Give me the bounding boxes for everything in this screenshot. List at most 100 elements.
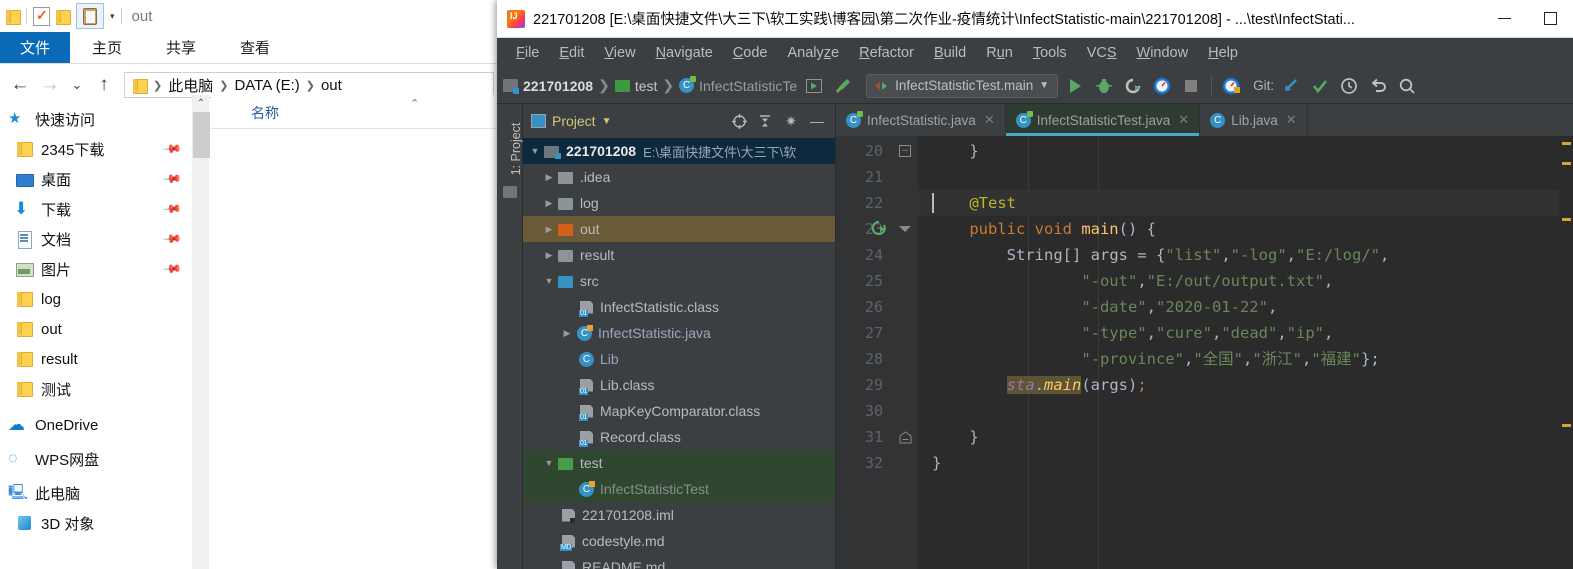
coverage-button[interactable] [1220,74,1244,98]
menu-edit[interactable]: Edit [550,42,593,64]
code-line[interactable]: } [918,138,1573,164]
tab-infectstatistictest-java[interactable]: C InfectStatisticTest.java ✕ [1005,104,1201,136]
tree-item-log[interactable]: ▶ log [523,190,835,216]
breadcrumb-this-pc[interactable]: 此电脑 [168,75,213,96]
warning-marker[interactable] [1562,162,1571,165]
nav-item-wps-cloud[interactable]: ◌ WPS网盘 [0,444,192,474]
new-folder-icon[interactable] [56,8,71,25]
minimize-button[interactable] [1481,0,1527,38]
chevron-right-icon[interactable]: ▶ [559,328,575,339]
tab-infectstatistic-java[interactable]: C InfectStatistic.java ✕ [836,104,1006,136]
tree-item-mapkeycomparator-class[interactable]: MapKeyComparator.class [523,398,835,424]
chevron-expanded-icon[interactable]: ▼ [541,276,557,286]
tree-item-idea[interactable]: ▶ .idea [523,164,835,190]
menu-help[interactable]: Help [1199,42,1247,64]
pin-icon[interactable]: 📌 [162,169,182,189]
breadcrumb-data-drive[interactable]: DATA (E:) [234,77,299,94]
close-icon[interactable]: ✕ [1178,112,1189,128]
code-line[interactable]: } [918,424,1573,450]
tree-item-infectstatistic-java[interactable]: ▶ C InfectStatistic.java [523,320,835,346]
rerun-button[interactable] [1121,74,1145,98]
forward-button[interactable]: → [36,71,64,99]
code-line[interactable]: } [918,450,1573,476]
menu-build[interactable]: Build [925,42,975,64]
code-line[interactable]: "-out","E:/out/output.txt", [918,268,1573,294]
tree-item-readme-md[interactable]: README.md [523,554,835,569]
tree-item-lib-class[interactable]: Lib.class [523,372,835,398]
debug-button[interactable] [1092,74,1116,98]
recent-locations-button[interactable]: ⌄ [66,71,88,99]
menu-file[interactable]: File [507,42,548,64]
nav-item-quick-access[interactable]: ★ 快速访问 [0,104,192,134]
ribbon-tab-home[interactable]: 主页 [70,32,144,63]
pin-icon[interactable]: 📌 [162,139,182,159]
run-configuration-selector[interactable]: InfectStatisticTest.main ▼ [866,73,1059,98]
tree-item-record-class[interactable]: Record.class [523,424,835,450]
folder-icon[interactable] [6,8,21,25]
nav-item-log[interactable]: log [0,284,192,314]
nav-item-out[interactable]: out [0,314,192,344]
code-line[interactable]: sta.main(args); [918,372,1573,398]
nav-item-result[interactable]: result [0,344,192,374]
run-test-gutter-icon[interactable] [870,220,888,238]
close-icon[interactable]: ✕ [984,112,995,128]
locate-icon[interactable] [729,111,749,131]
tree-item-lib[interactable]: C Lib [523,346,835,372]
tab-lib-java[interactable]: C Lib.java ✕ [1200,104,1308,136]
chevron-down-icon[interactable]: ▼ [602,116,612,127]
menu-navigate[interactable]: Navigate [647,42,722,64]
code-line[interactable] [918,398,1573,424]
update-project-icon[interactable] [1279,74,1303,98]
chevron-down-icon[interactable]: ▼ [1039,80,1049,91]
scrollbar-thumb[interactable] [193,112,210,158]
tree-item-iml[interactable]: 221701208.iml [523,502,835,528]
up-button[interactable]: ↑ [90,71,118,99]
chevron-expanded-icon[interactable]: ▼ [527,146,543,156]
menu-refactor[interactable]: Refactor [850,42,923,64]
chevron-right-icon[interactable]: ▶ [541,224,557,235]
pin-icon[interactable]: 📌 [162,259,182,279]
tree-item-module-root[interactable]: ▼ 221701208 E:\桌面快捷文件\大三下\软 [523,138,835,164]
code-line[interactable]: "-type","cure","dead","ip", [918,320,1573,346]
breadcrumb-module[interactable]: 221701208 [523,78,593,94]
breadcrumb-test[interactable]: test [635,78,658,94]
clipboard-icon[interactable] [76,3,104,29]
menu-tools[interactable]: Tools [1024,42,1076,64]
back-button[interactable]: ← [6,71,34,99]
column-header-name[interactable]: 名称 [251,103,279,123]
chevron-right-icon[interactable]: ▶ [541,172,557,183]
project-panel-title[interactable]: Project [552,113,596,129]
menu-analyze[interactable]: Analyze [779,42,849,64]
chevron-down-icon[interactable]: ▾ [110,11,115,22]
history-icon[interactable] [1337,74,1361,98]
tree-item-infectstatistictest[interactable]: C InfectStatisticTest [523,476,835,502]
error-stripe-marker-bar[interactable] [1559,136,1573,569]
nav-item-pictures[interactable]: 图片 📌 [0,254,192,284]
ribbon-tab-view[interactable]: 查看 [218,32,292,63]
warning-marker[interactable] [1562,218,1571,221]
build-hammer-icon[interactable] [831,74,855,98]
project-folder-icon[interactable] [503,186,517,198]
code-line[interactable]: @Test [918,190,1573,216]
chevron-right-icon[interactable]: ▶ [541,250,557,261]
menu-vcs[interactable]: VCS [1078,42,1126,64]
nav-item-documents[interactable]: 文档 📌 [0,224,192,254]
collapse-all-icon[interactable] [755,111,775,131]
code-text[interactable]: } @Test public void main() { String[] ar… [918,136,1573,569]
tree-item-codestyle-md[interactable]: codestyle.md [523,528,835,554]
menu-view[interactable]: View [595,42,644,64]
ribbon-tab-share[interactable]: 共享 [144,32,218,63]
properties-icon[interactable] [33,6,50,26]
nav-item-test-cn[interactable]: 测试 [0,374,192,404]
nav-item-onedrive[interactable]: ☁ OneDrive [0,410,192,440]
tree-item-out[interactable]: ▶ out [523,216,835,242]
warning-marker[interactable] [1562,142,1571,145]
menu-code[interactable]: Code [724,42,777,64]
profiler-button[interactable] [1150,74,1174,98]
maximize-button[interactable] [1527,0,1573,38]
gear-icon[interactable]: ✷ [781,111,801,131]
menu-run[interactable]: Run [977,42,1022,64]
nav-item-downloads[interactable]: ⬇ 下载 📌 [0,194,192,224]
sort-ascending-icon[interactable]: ⌃ [410,97,419,110]
chevron-expanded-icon[interactable]: ▼ [541,458,557,468]
